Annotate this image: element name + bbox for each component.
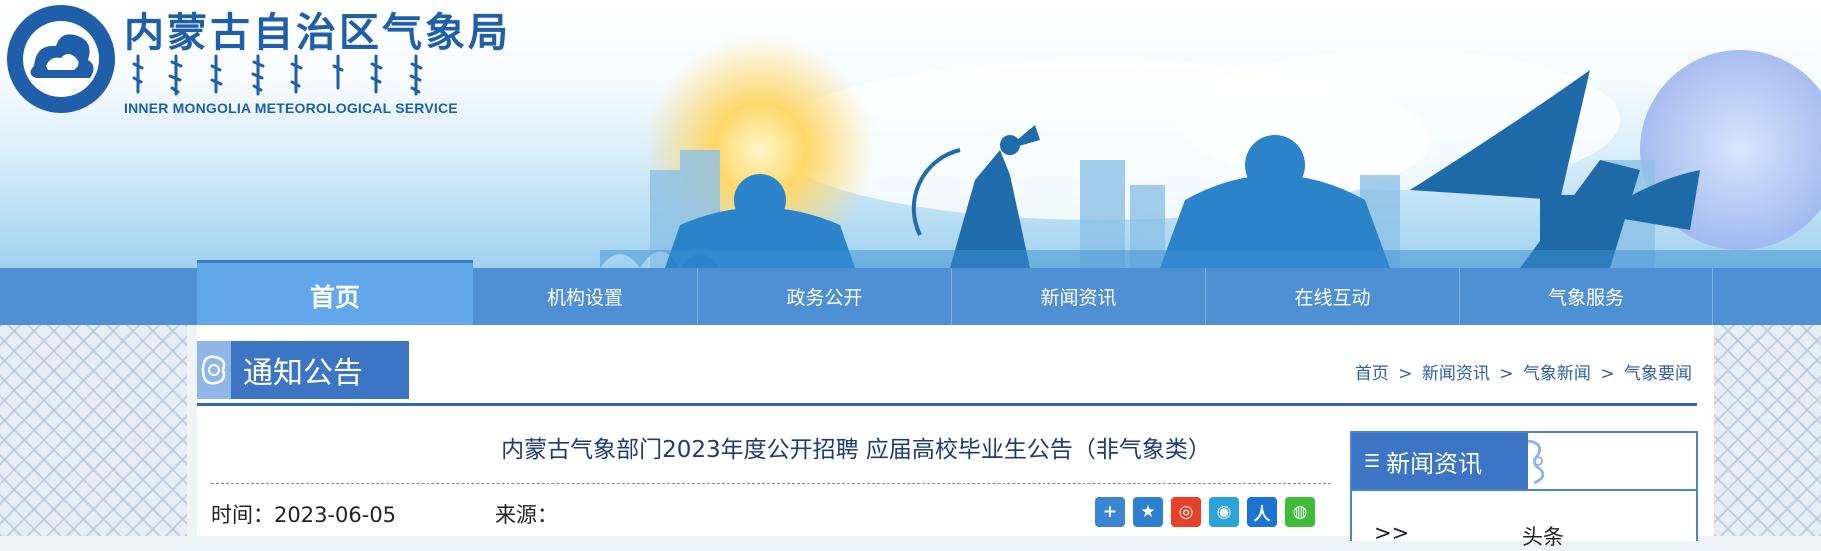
breadcrumb-news[interactable]: 新闻资讯 — [1422, 364, 1490, 384]
breadcrumb-home[interactable]: 首页 — [1355, 364, 1389, 384]
cloud-ornament-icon — [197, 341, 231, 399]
site-title-en: INNER MONGOLIA METEOROLOGICAL SERVICE — [124, 100, 458, 116]
site-title-cn: 内蒙古自治区气象局 — [124, 10, 511, 56]
mongolian-script-title — [132, 54, 423, 96]
nav-item-news[interactable]: 新闻资讯 — [951, 268, 1205, 325]
main-content: 通知公告 首页 > 新闻资讯 > 气象新闻 > 气象要闻 内蒙古气象部门2023… — [197, 325, 1714, 549]
cloud-ornament-icon — [1527, 439, 1545, 485]
nav-item-online-interaction[interactable]: 在线互动 — [1205, 268, 1459, 325]
breadcrumb-separator: > — [1600, 364, 1615, 384]
logo-emblem — [7, 5, 115, 113]
menu-icon: ☰ — [1364, 450, 1381, 472]
news-side-panel: ☰ 新闻资讯 >> 头条 — [1350, 431, 1698, 549]
article-source: 来源： — [495, 503, 558, 527]
section-tag-label: 通知公告 — [243, 356, 363, 391]
side-panel-arrow: >> — [1374, 521, 1410, 545]
side-panel-title[interactable]: 新闻资讯 — [1386, 444, 1482, 479]
decorative-pattern-left — [0, 325, 187, 536]
side-panel-header: ☰ 新闻资讯 — [1352, 433, 1545, 489]
side-panel-divider — [1352, 489, 1696, 491]
weibo-icon[interactable]: ◎ — [1171, 497, 1201, 527]
nav-item-organization[interactable]: 机构设置 — [473, 268, 697, 325]
star-icon[interactable]: ★ — [1133, 497, 1163, 527]
tencent-icon[interactable]: ◉ — [1209, 497, 1239, 527]
breadcrumb-headlines[interactable]: 气象要闻 — [1624, 364, 1692, 384]
add-icon[interactable]: + — [1095, 497, 1125, 527]
renren-icon[interactable]: 人 — [1247, 497, 1277, 527]
section-divider — [197, 403, 1697, 406]
decorative-pattern-right — [1714, 325, 1821, 536]
breadcrumb: 首页 > 新闻资讯 > 气象新闻 > 气象要闻 — [1353, 359, 1694, 384]
nav-item-government-affairs[interactable]: 政务公开 — [697, 268, 951, 325]
nav-item-home[interactable]: 首页 — [197, 260, 473, 328]
breadcrumb-weather-news[interactable]: 气象新闻 — [1523, 364, 1591, 384]
article-title: 内蒙古气象部门2023年度公开招聘 应届高校毕业生公告（非气象类） — [501, 437, 1211, 463]
breadcrumb-separator: > — [1499, 364, 1514, 384]
nav-item-weather-services[interactable]: 气象服务 — [1459, 268, 1713, 325]
share-toolbar: + ★ ◎ ◉ 人 ◍ — [1095, 497, 1315, 527]
article-title-divider — [211, 483, 1331, 484]
wechat-icon[interactable]: ◍ — [1285, 497, 1315, 527]
header-banner: 内蒙古自治区气象局 INNER MONGOLIA METEOROLOGICAL … — [0, 0, 1821, 268]
breadcrumb-separator: > — [1398, 364, 1413, 384]
side-panel-item-headline[interactable]: 头条 — [1522, 521, 1564, 551]
section-tag: 通知公告 — [197, 341, 409, 399]
article-date: 时间：2023-06-05 — [211, 503, 397, 527]
